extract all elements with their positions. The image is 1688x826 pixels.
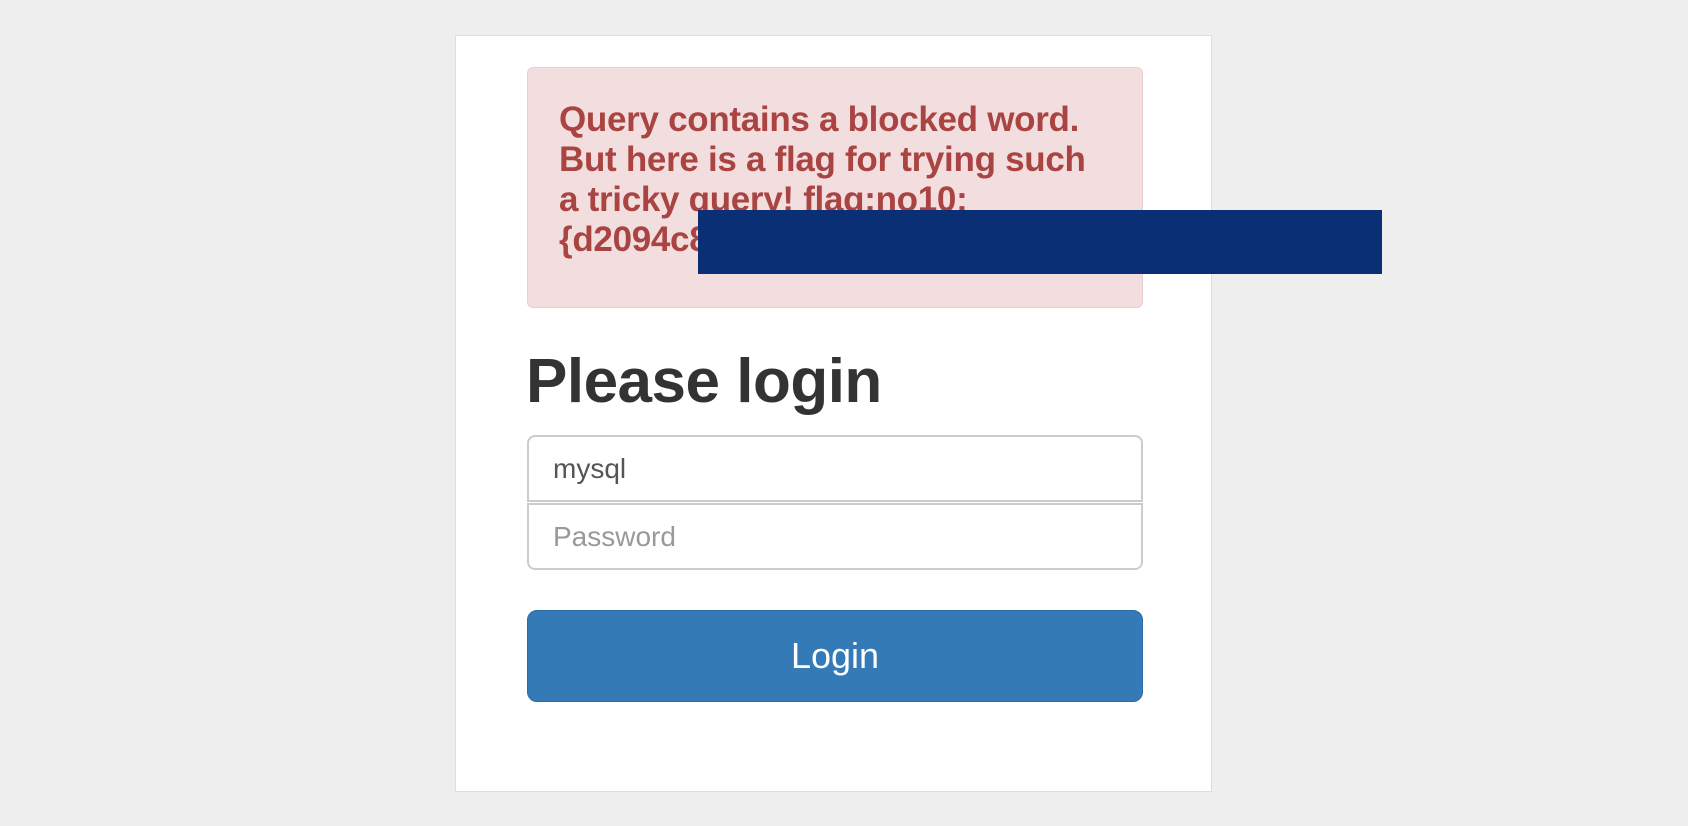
- page-title: Please login: [526, 347, 882, 416]
- username-field[interactable]: [527, 435, 1143, 502]
- alert-line: Query contains a blocked word.: [559, 100, 1080, 139]
- login-card: Query contains a blocked word. But here …: [455, 35, 1212, 792]
- alert-line: But here is a flag for trying such: [559, 140, 1086, 179]
- login-button[interactable]: Login: [527, 610, 1143, 702]
- redaction-box: [698, 210, 1382, 274]
- password-field[interactable]: [527, 503, 1143, 570]
